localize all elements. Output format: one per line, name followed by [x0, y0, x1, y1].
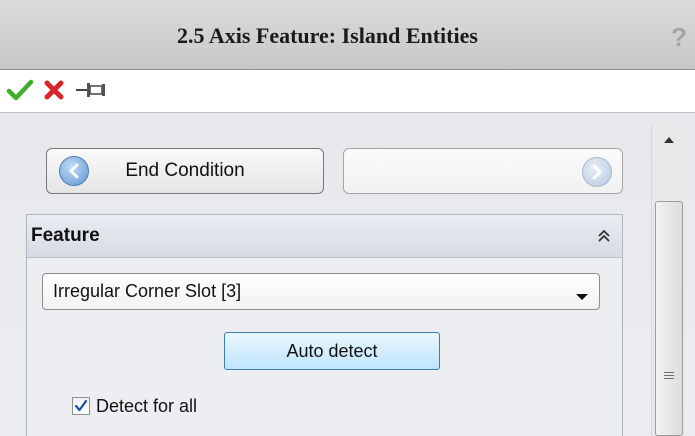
end-condition-label: End Condition — [125, 160, 245, 181]
feature-type-select[interactable]: Irregular Corner Slot [3] — [42, 273, 600, 310]
detect-for-all-checkbox[interactable] — [72, 397, 90, 415]
scroll-grip-icon — [664, 372, 674, 381]
scroll-up-arrow-icon[interactable] — [652, 125, 686, 155]
auto-detect-button[interactable]: Auto detect — [224, 332, 440, 370]
help-icon[interactable]: ? — [671, 22, 687, 53]
title-bar: 2.5 Axis Feature: Island Entities ? — [0, 0, 695, 70]
next-arrow-icon — [582, 157, 612, 187]
toolbar — [0, 71, 695, 111]
next-page-button[interactable] — [343, 148, 623, 194]
pushpin-icon[interactable] — [74, 73, 110, 107]
end-condition-button[interactable]: End Condition — [46, 148, 324, 194]
feature-group-title: Feature — [31, 225, 100, 246]
chevron-down-icon — [575, 288, 589, 306]
detect-for-all-option[interactable]: Detect for all — [72, 395, 197, 417]
page-title: 2.5 Axis Feature: Island Entities — [177, 23, 478, 48]
red-x-icon[interactable] — [36, 73, 72, 107]
back-arrow-icon — [59, 156, 89, 186]
feature-type-value: Irregular Corner Slot [3] — [53, 281, 242, 301]
feature-group-header[interactable]: Feature — [27, 215, 622, 258]
double-chevron-up-icon[interactable] — [596, 228, 612, 249]
scroll-thumb[interactable] — [655, 201, 683, 436]
detect-for-all-label: Detect for all — [96, 395, 198, 416]
vertical-scrollbar[interactable] — [651, 125, 685, 436]
checkmark-icon[interactable] — [2, 73, 38, 107]
